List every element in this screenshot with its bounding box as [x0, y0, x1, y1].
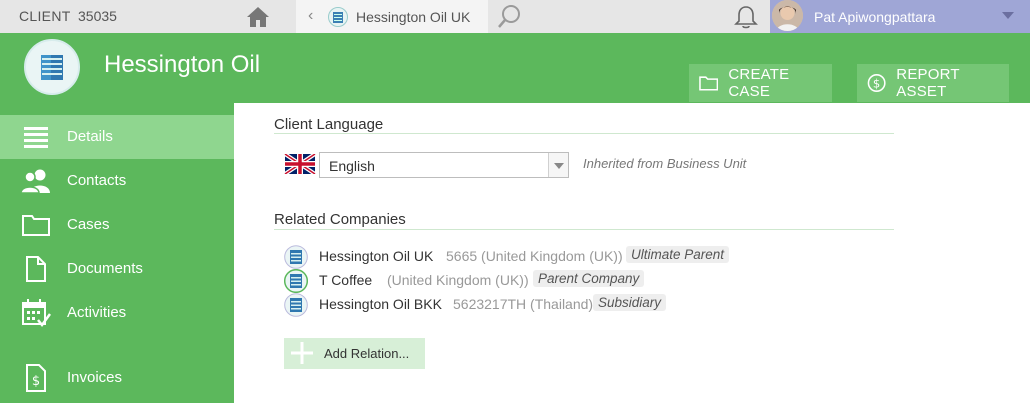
add-relation-label: Add Relation...	[324, 346, 410, 361]
page-header: Hessington Oil CREATE CASE $ REPORT ASSE…	[0, 33, 1030, 103]
uk-flag-icon	[284, 154, 316, 174]
add-relation-button[interactable]: Add Relation...	[284, 338, 425, 369]
inherited-note: Inherited from Business Unit	[583, 156, 747, 171]
invoice-icon: $	[20, 364, 52, 392]
divider	[274, 229, 894, 230]
home-button[interactable]	[236, 0, 280, 33]
page-title: Hessington Oil	[104, 51, 261, 78]
building-logo-icon	[284, 245, 308, 269]
top-bar: CLIENT 35035 ‹ Hessington Oil UK Pat Api…	[0, 0, 1030, 33]
sidebar-item-label: Activities	[67, 304, 127, 321]
user-menu[interactable]: Pat Apiwongpattara	[770, 0, 1030, 33]
chevron-left-icon[interactable]: ‹	[308, 7, 313, 25]
related-companies-heading: Related Companies	[274, 211, 406, 228]
svg-text:$: $	[32, 374, 40, 389]
building-logo-icon	[328, 7, 348, 27]
company-name[interactable]: Hessington Oil UK	[319, 248, 433, 264]
folder-icon	[699, 76, 719, 91]
avatar	[772, 0, 803, 31]
user-name: Pat Apiwongpattara	[814, 9, 936, 25]
company-name[interactable]: T Coffee	[319, 272, 372, 288]
client-id: 35035	[78, 8, 117, 24]
report-asset-button[interactable]: $ REPORT ASSET	[857, 64, 1009, 102]
sidebar-item-cases[interactable]: Cases	[0, 203, 234, 247]
chevron-down-icon[interactable]	[1002, 12, 1014, 19]
sidebar-item-details[interactable]: Details	[0, 115, 234, 159]
plus-icon	[291, 342, 313, 364]
building-logo-icon	[284, 269, 308, 293]
sidebar-item-label: Contacts	[67, 172, 127, 189]
home-icon	[247, 6, 269, 27]
relation-type-badge: Subsidiary	[593, 294, 667, 311]
divider	[274, 133, 894, 134]
calendar-check-icon	[20, 299, 52, 328]
language-select-value: English	[329, 158, 375, 174]
related-company-row[interactable]: T Coffee (United Kingdom (UK)) Parent Co…	[284, 269, 744, 293]
sidebar: Details Contacts Cases Documents Activit…	[0, 103, 234, 403]
building-logo-icon	[284, 293, 308, 317]
bell-icon	[734, 6, 758, 29]
sidebar-item-label: Cases	[67, 216, 110, 233]
company-id: 5623217TH (Thailand)	[453, 296, 594, 312]
dollar-circle-icon: $	[867, 74, 886, 92]
relation-type-badge: Parent Company	[533, 270, 645, 287]
client-language-heading: Client Language	[274, 116, 384, 133]
building-logo-icon	[41, 55, 63, 80]
sidebar-item-label: Invoices	[67, 369, 123, 386]
search-icon	[498, 5, 520, 28]
sidebar-item-label: Details	[67, 128, 113, 145]
language-select[interactable]: English	[319, 152, 569, 178]
sidebar-item-label: Documents	[67, 260, 143, 277]
client-label: CLIENT	[19, 8, 71, 24]
company-id: 5665 (United Kingdom (UK))	[446, 248, 623, 264]
company-name[interactable]: Hessington Oil BKK	[319, 296, 442, 312]
list-icon	[20, 123, 52, 151]
create-case-label: CREATE CASE	[728, 66, 790, 100]
tab-label: Hessington Oil UK	[356, 9, 471, 25]
related-company-row[interactable]: Hessington Oil UK 5665 (United Kingdom (…	[284, 245, 744, 269]
related-company-row[interactable]: Hessington Oil BKK 5623217TH (Thailand) …	[284, 293, 744, 317]
company-id: (United Kingdom (UK))	[387, 272, 529, 288]
sidebar-item-contacts[interactable]: Contacts	[0, 159, 234, 203]
contacts-icon	[20, 167, 52, 195]
folder-icon	[20, 211, 52, 239]
company-logo	[24, 39, 80, 95]
document-icon	[20, 255, 52, 283]
search-button[interactable]	[496, 3, 524, 31]
dropdown-arrow-icon[interactable]	[548, 153, 568, 177]
sidebar-item-activities[interactable]: Activities	[0, 291, 234, 335]
sidebar-item-documents[interactable]: Documents	[0, 247, 234, 291]
report-asset-label: REPORT ASSET	[896, 66, 960, 100]
tab-hessington-oil-uk[interactable]: ‹ Hessington Oil UK	[296, 0, 488, 33]
sidebar-item-invoices[interactable]: $ Invoices	[0, 356, 234, 400]
create-case-button[interactable]: CREATE CASE	[689, 64, 832, 102]
notifications-button[interactable]	[733, 4, 759, 30]
relation-type-badge: Ultimate Parent	[626, 246, 730, 263]
svg-text:$: $	[873, 76, 881, 90]
